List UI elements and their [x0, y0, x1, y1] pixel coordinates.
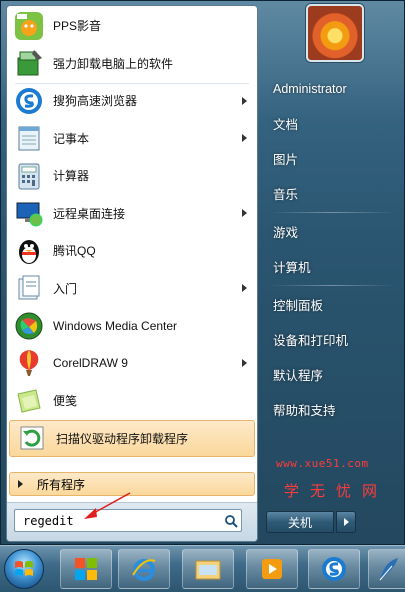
search-input-value: regedit [23, 513, 74, 528]
taskbar-feather-icon[interactable] [368, 549, 405, 589]
program-item-coreldraw[interactable]: CorelDRAW 9 [7, 345, 257, 383]
program-label: 强力卸载电脑上的软件 [53, 56, 174, 71]
program-item-remote-desktop[interactable]: 远程桌面连接 [7, 195, 257, 233]
program-item-pps[interactable]: PPS影音 [7, 7, 257, 45]
sogou-browser-icon [13, 85, 45, 117]
program-item-getting-started[interactable]: 入门 [7, 270, 257, 308]
user-name-link[interactable]: Administrator [263, 71, 401, 106]
program-label: 远程桌面连接 [53, 206, 126, 221]
all-programs-label: 所有程序 [37, 477, 86, 492]
program-label: PPS影音 [53, 19, 102, 34]
program-item-scanner-uninstaller[interactable]: 扫描仪驱动程序卸载程序 [9, 419, 255, 457]
submenu-arrow-icon[interactable] [242, 359, 247, 368]
notepad-icon [13, 122, 45, 154]
user-avatar[interactable] [306, 4, 364, 62]
submenu-arrow-icon[interactable] [242, 284, 247, 293]
program-label: 腾讯QQ [53, 244, 96, 259]
program-list: PPS影音 强力卸载电脑上的软件 搜狗高速浏览器 记事本 计算器 远程桌面连接 … [7, 7, 257, 457]
program-item-media-center[interactable]: Windows Media Center [7, 307, 257, 345]
getting-started-icon [13, 272, 45, 304]
remote-desktop-icon [13, 197, 45, 229]
games-link[interactable]: 游戏 [263, 214, 401, 249]
chevron-right-icon [343, 518, 349, 526]
program-item-calculator[interactable]: 计算器 [7, 157, 257, 195]
divider [269, 212, 395, 213]
program-item-sogou[interactable]: 搜狗高速浏览器 [7, 82, 257, 120]
program-label: 记事本 [53, 131, 90, 146]
default-programs-link[interactable]: 默认程序 [263, 357, 401, 392]
control-panel-link[interactable]: 控制面板 [263, 287, 401, 322]
watermark-url: www.xue51.com [276, 457, 369, 470]
program-label: 搜狗高速浏览器 [53, 94, 138, 109]
program-item-qq[interactable]: 腾讯QQ [7, 232, 257, 270]
program-label: 扫描仪驱动程序卸载程序 [56, 431, 189, 446]
taskbar-explorer-icon[interactable] [182, 549, 234, 589]
sticky-notes-icon [13, 385, 45, 417]
taskbar-sogou-icon[interactable] [308, 549, 360, 589]
scanner-uninstall-icon [16, 422, 48, 454]
calculator-icon [13, 160, 45, 192]
devices-printers-link[interactable]: 设备和打印机 [263, 322, 401, 357]
watermark-text: 学无忧网 [284, 482, 389, 500]
shutdown-control: 关机 [266, 511, 356, 533]
help-support-link[interactable]: 帮助和支持 [263, 392, 401, 427]
start-menu: PPS影音 强力卸载电脑上的软件 搜狗高速浏览器 记事本 计算器 远程桌面连接 … [0, 0, 405, 545]
pictures-link[interactable]: 图片 [263, 141, 401, 176]
submenu-arrow-icon[interactable] [242, 209, 247, 218]
pps-player-icon [13, 10, 45, 42]
program-pane: PPS影音 强力卸载电脑上的软件 搜狗高速浏览器 记事本 计算器 远程桌面连接 … [6, 5, 258, 542]
taskbar-windows-live-icon[interactable] [60, 549, 112, 589]
program-label: CorelDRAW 9 [53, 356, 128, 371]
search-icon[interactable] [221, 511, 241, 531]
shutdown-options-button[interactable] [336, 511, 356, 533]
program-label: 便笺 [53, 394, 78, 409]
divider [269, 285, 395, 286]
media-center-icon [13, 310, 45, 342]
uninstall-tool-icon [13, 47, 45, 79]
taskbar-ie-icon[interactable] [118, 549, 170, 589]
program-item-notepad[interactable]: 记事本 [7, 120, 257, 158]
music-link[interactable]: 音乐 [263, 176, 401, 211]
submenu-arrow-icon[interactable] [242, 134, 247, 143]
program-label: Windows Media Center [53, 318, 178, 333]
program-label: 入门 [53, 281, 78, 296]
start-orb-icon[interactable] [4, 549, 44, 589]
qq-penguin-icon [13, 235, 45, 267]
expand-arrow-icon [18, 480, 23, 488]
program-item-uninstaller[interactable]: 强力卸载电脑上的软件 [7, 45, 257, 83]
taskbar-media-player-icon[interactable] [246, 549, 298, 589]
program-item-sticky-notes[interactable]: 便笺 [7, 382, 257, 420]
shutdown-button[interactable]: 关机 [266, 511, 334, 533]
program-label: 计算器 [53, 169, 90, 184]
all-programs-button[interactable]: 所有程序 [9, 472, 255, 496]
documents-link[interactable]: 文档 [263, 106, 401, 141]
submenu-arrow-icon[interactable] [242, 96, 247, 105]
right-pane: Administrator 文档 图片 音乐 游戏 计算机 控制面板 设备和打印… [263, 71, 401, 427]
search-input[interactable]: regedit [14, 509, 242, 532]
coreldraw-icon [13, 347, 45, 379]
computer-link[interactable]: 计算机 [263, 249, 401, 284]
